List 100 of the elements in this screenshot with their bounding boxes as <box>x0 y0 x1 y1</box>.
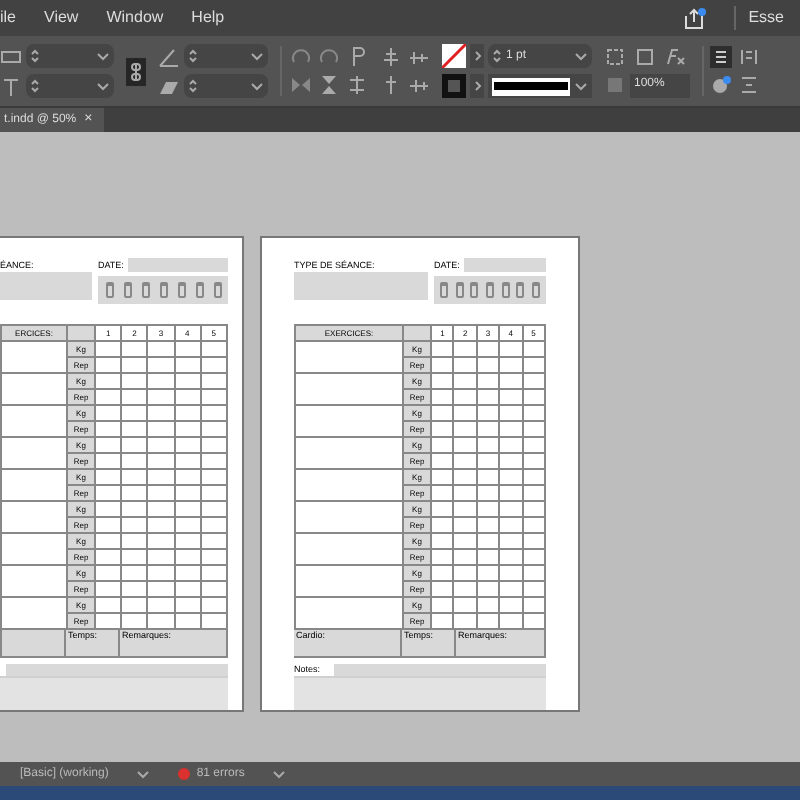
table-cell <box>174 357 201 374</box>
frame-icon[interactable] <box>634 45 656 67</box>
table-cell <box>522 373 545 390</box>
spin-field[interactable] <box>184 44 268 68</box>
table-cell <box>95 549 122 566</box>
table-cell <box>121 373 148 390</box>
spin-field[interactable] <box>26 74 114 98</box>
chevron-icon <box>96 51 110 61</box>
chevron-icon <box>250 81 264 91</box>
table-cell <box>453 437 477 454</box>
table-cell <box>522 469 545 486</box>
table-cell <box>121 405 148 422</box>
table-cell <box>476 405 500 422</box>
spin-field[interactable] <box>184 74 268 98</box>
table-cell <box>499 485 523 502</box>
chevron-right-icon <box>473 50 481 62</box>
swatch-menu[interactable] <box>470 74 484 98</box>
table-cell <box>95 501 122 518</box>
frame-icon[interactable] <box>604 45 626 67</box>
table-cell <box>431 357 454 374</box>
table-cell <box>147 453 175 470</box>
table-cell <box>200 565 227 582</box>
fill-swatch-icon[interactable] <box>442 74 466 98</box>
opacity-icon[interactable] <box>604 74 626 96</box>
table-cell <box>121 501 148 518</box>
table-cell <box>121 469 148 486</box>
table-cell <box>95 453 122 470</box>
table-cell <box>453 421 477 438</box>
table-cell <box>95 405 122 422</box>
rotate-icon[interactable] <box>290 46 312 68</box>
table-cell <box>499 453 523 470</box>
table-cell <box>453 533 477 550</box>
flip-icon[interactable] <box>290 74 312 96</box>
table-cell <box>431 597 454 614</box>
align-icon[interactable] <box>380 74 402 96</box>
table-cell <box>453 597 477 614</box>
table-cell <box>522 581 545 598</box>
height-icon[interactable] <box>0 75 22 97</box>
table-cell <box>431 405 454 422</box>
menu-item[interactable]: Window <box>106 6 164 30</box>
table-cell <box>431 453 454 470</box>
table-cell <box>147 421 175 438</box>
table-cell <box>174 485 201 502</box>
table-cell <box>499 373 523 390</box>
stroke-swatch-icon[interactable] <box>442 44 466 68</box>
table-cell <box>499 341 523 358</box>
table-cell <box>499 597 523 614</box>
table-cell <box>174 533 201 550</box>
workspace-switcher[interactable]: Esse <box>734 6 784 30</box>
table-cell <box>95 341 122 358</box>
link-icon[interactable] <box>126 57 146 85</box>
table-cell <box>200 405 227 422</box>
rotate-icon[interactable] <box>318 46 340 68</box>
align-icon[interactable] <box>408 74 430 96</box>
angle-icon[interactable] <box>158 45 180 67</box>
table-cell <box>121 453 148 470</box>
error-dot-icon <box>178 768 191 780</box>
stepper-icon <box>30 48 40 64</box>
text-wrap-icon[interactable] <box>710 46 732 68</box>
align-icon[interactable] <box>380 46 402 68</box>
table-cell <box>174 421 201 438</box>
exercise-cell <box>295 405 403 438</box>
table-cell <box>453 485 477 502</box>
table-cell <box>476 341 500 358</box>
stroke-style-dropdown[interactable] <box>488 74 592 98</box>
table-cell <box>522 405 545 422</box>
menu-item[interactable]: ile <box>0 6 17 30</box>
table-cell <box>431 469 454 486</box>
share-icon[interactable] <box>682 7 707 29</box>
table-cell <box>476 469 500 486</box>
table-cell <box>121 341 148 358</box>
swatch-menu[interactable] <box>470 44 484 68</box>
day-boxes <box>434 276 546 304</box>
table-cell <box>431 421 454 438</box>
table-cell <box>522 437 545 454</box>
table-cell <box>453 453 477 470</box>
table-cell <box>174 341 201 358</box>
table-cell <box>476 485 500 502</box>
table-cell <box>522 597 545 614</box>
table-cell <box>522 421 545 438</box>
table-cell <box>453 357 477 374</box>
table-cell <box>95 565 122 582</box>
table-cell <box>147 469 175 486</box>
day-boxes <box>98 276 228 304</box>
chevron-right-icon <box>473 80 481 92</box>
table-cell <box>147 581 175 598</box>
table-cell <box>453 341 477 358</box>
align-icon[interactable] <box>408 46 430 68</box>
table-cell <box>147 549 175 566</box>
table-cell <box>499 421 523 438</box>
distribute-icon[interactable] <box>346 74 368 96</box>
table-cell <box>453 549 477 566</box>
table-cell <box>121 581 148 598</box>
flip-icon[interactable] <box>318 74 340 96</box>
table-cell <box>147 565 175 582</box>
effects-icon[interactable] <box>664 45 686 67</box>
menu-item[interactable]: Help <box>191 6 225 30</box>
spin-field[interactable] <box>26 44 114 68</box>
width-icon[interactable] <box>0 45 22 67</box>
menu-item[interactable]: View <box>44 6 79 30</box>
